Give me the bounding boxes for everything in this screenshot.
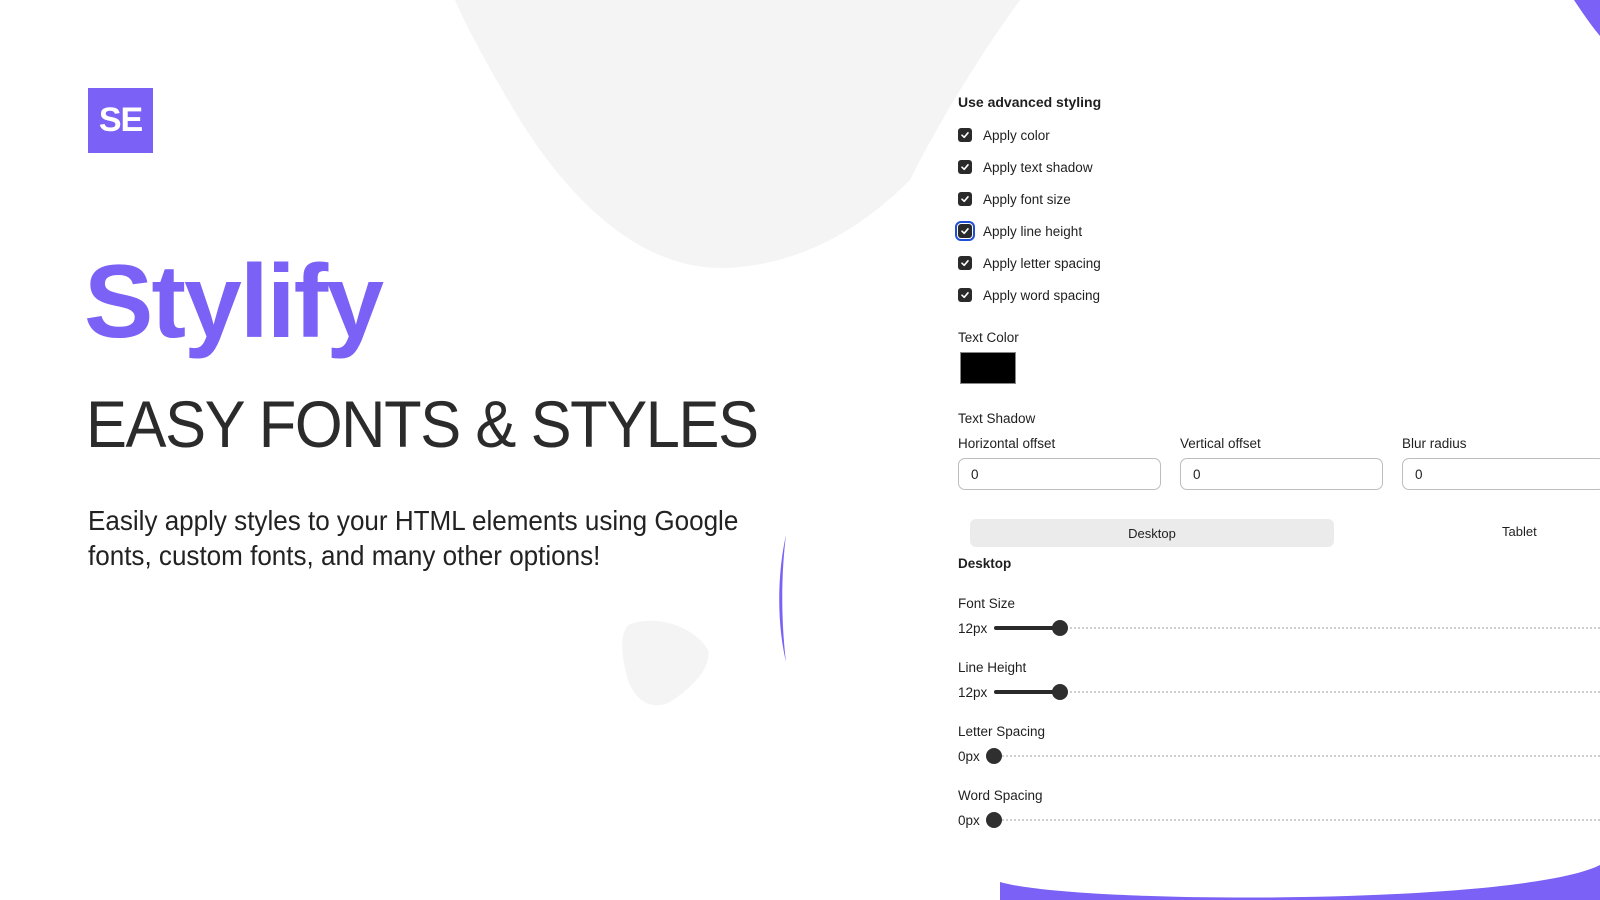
description: Easily apply styles to your HTML element… bbox=[88, 505, 739, 571]
slider-label: Font Size bbox=[958, 596, 1016, 611]
tab-desktop[interactable]: Desktop bbox=[970, 519, 1334, 547]
text-color-swatch[interactable] bbox=[960, 352, 1016, 384]
blur-radius-label: Blur radius bbox=[1402, 436, 1467, 451]
slider-thumb[interactable] bbox=[1052, 620, 1068, 636]
checkbox[interactable] bbox=[958, 256, 972, 270]
checkbox-row[interactable]: Apply line height bbox=[955, 221, 1083, 241]
slider-label: Letter Spacing bbox=[958, 724, 1046, 739]
checkmark-icon bbox=[961, 132, 969, 139]
slider-label: Word Spacing bbox=[958, 788, 1043, 803]
text-shadow-label: Text Shadow bbox=[958, 411, 1036, 426]
slider-rail bbox=[994, 819, 1600, 821]
slider-value: 12px bbox=[958, 620, 988, 636]
slider: 0px bbox=[958, 810, 1600, 830]
slider-rail bbox=[994, 627, 1600, 629]
checkmark-icon bbox=[961, 292, 969, 299]
settings-panel: Use advanced styling Apply color Apply te… bbox=[955, 0, 1600, 900]
slider-rail bbox=[994, 755, 1600, 757]
slider-thumb[interactable] bbox=[1052, 684, 1068, 700]
slider-track[interactable] bbox=[994, 618, 1600, 638]
gray-blob-top bbox=[455, 0, 1020, 269]
logo: SE bbox=[88, 88, 153, 153]
tagline: EASY FONTS & STYLES bbox=[86, 387, 759, 461]
checkbox-label: Apply letter spacing bbox=[983, 255, 1101, 271]
checkbox[interactable] bbox=[958, 128, 972, 142]
brand-title: Stylify bbox=[84, 244, 384, 360]
checkbox-row[interactable]: Apply color bbox=[958, 125, 1050, 145]
slider-value: 12px bbox=[958, 684, 988, 700]
slider: 12px bbox=[958, 618, 1600, 638]
device-section-title: Desktop bbox=[958, 556, 1012, 571]
slider-track[interactable] bbox=[986, 810, 1600, 830]
slider-fill bbox=[994, 690, 1060, 694]
checkbox-row[interactable]: Apply letter spacing bbox=[958, 253, 1101, 273]
slider-label: Line Height bbox=[958, 660, 1027, 675]
checkmark-icon bbox=[961, 164, 969, 171]
slider-thumb[interactable] bbox=[986, 748, 1002, 764]
slider-thumb[interactable] bbox=[986, 812, 1002, 828]
checkmark-icon bbox=[961, 260, 969, 267]
checkmark-icon bbox=[961, 228, 969, 235]
checkbox[interactable] bbox=[955, 221, 975, 241]
checkbox[interactable] bbox=[958, 192, 972, 206]
slider-track[interactable] bbox=[986, 746, 1600, 766]
vertical-offset-label: Vertical offset bbox=[1180, 436, 1261, 451]
checkbox-label: Apply word spacing bbox=[983, 287, 1101, 303]
checkbox-label: Apply color bbox=[983, 127, 1050, 143]
slider-rail bbox=[994, 691, 1600, 693]
slider: 0px bbox=[958, 746, 1600, 766]
checkbox-label: Apply line height bbox=[983, 223, 1083, 239]
checkbox-row[interactable]: Apply text shadow bbox=[958, 157, 1093, 177]
checkbox-row[interactable]: Apply font size bbox=[958, 189, 1071, 209]
tab-tablet[interactable]: Tablet bbox=[1502, 524, 1537, 539]
slider-fill bbox=[994, 626, 1060, 630]
text-color-label: Text Color bbox=[958, 330, 1019, 345]
horizontal-offset-label: Horizontal offset bbox=[958, 436, 1056, 451]
gray-pebble bbox=[622, 620, 709, 706]
slider: 12px bbox=[958, 682, 1600, 702]
section-title: Use advanced styling bbox=[958, 94, 1102, 110]
vertical-offset-input[interactable]: 0 bbox=[1180, 458, 1383, 490]
slider-track[interactable] bbox=[994, 682, 1600, 702]
checkmark-icon bbox=[961, 196, 969, 203]
purple-arc-left bbox=[779, 535, 786, 662]
horizontal-offset-input[interactable]: 0 bbox=[958, 458, 1161, 490]
checkbox[interactable] bbox=[958, 160, 972, 174]
blur-radius-input[interactable]: 0 bbox=[1402, 458, 1600, 490]
checkbox-label: Apply font size bbox=[983, 191, 1071, 207]
checkbox-row[interactable]: Apply word spacing bbox=[958, 285, 1100, 305]
checkbox-label: Apply text shadow bbox=[983, 159, 1093, 175]
checkbox[interactable] bbox=[958, 288, 972, 302]
